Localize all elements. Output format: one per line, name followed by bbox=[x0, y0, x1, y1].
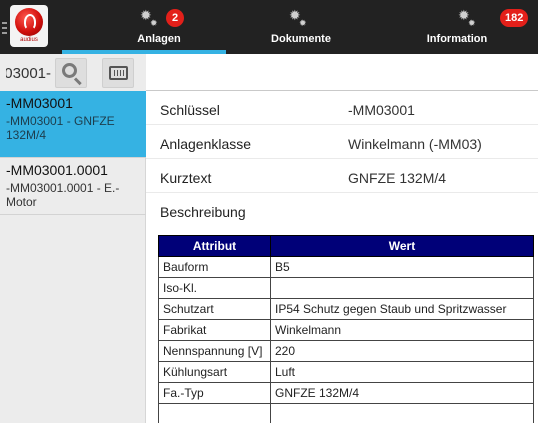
tab-anlagen-label: Anlagen bbox=[137, 33, 181, 45]
detail-header bbox=[146, 54, 538, 91]
field-schluessel: Schlüssel -MM03001 bbox=[146, 95, 538, 125]
gears-icon: ✹ ✹ bbox=[458, 7, 476, 28]
equipment-list-panel: -MM03001 -MM03001 - GNFZE 132M/4 -MM0300… bbox=[0, 54, 146, 423]
field-kurztext: Kurztext GNFZE 132M/4 bbox=[146, 163, 538, 193]
app-menu[interactable]: audius bbox=[0, 0, 52, 54]
table-row: Iso-Kl. bbox=[158, 277, 534, 299]
table-row: Nennspannung [V] 220 bbox=[158, 340, 534, 362]
detail-panel: Schlüssel -MM03001 Anlagenklasse Winkelm… bbox=[146, 54, 538, 423]
barcode-scan-button[interactable] bbox=[102, 58, 134, 88]
list-item-subtitle: -MM03001.0001 - E.-Motor bbox=[6, 181, 120, 209]
tab-dokumente[interactable]: ✹ ✹ Dokumente bbox=[226, 0, 376, 54]
attribute-cell: Kühlungsart bbox=[158, 361, 271, 383]
table-row bbox=[158, 403, 534, 423]
value-cell: B5 bbox=[270, 256, 534, 278]
barcode-scanner-icon bbox=[109, 66, 128, 80]
audius-logo: audius bbox=[10, 5, 48, 47]
value-cell: 220 bbox=[270, 340, 534, 362]
field-label: Anlagenklasse bbox=[160, 136, 252, 152]
tab-dokumente-label: Dokumente bbox=[271, 33, 331, 45]
search-bar bbox=[0, 54, 146, 91]
menu-icon[interactable] bbox=[2, 22, 7, 37]
search-button[interactable] bbox=[55, 58, 87, 88]
logo-text: audius bbox=[20, 37, 38, 43]
attribute-cell: Fa.-Typ bbox=[158, 382, 271, 404]
table-row: Fa.-Typ GNFZE 132M/4 bbox=[158, 382, 534, 404]
tab-anlagen[interactable]: ✹ ✹ 2 Anlagen bbox=[52, 0, 226, 54]
gears-icon: ✹ ✹ bbox=[289, 7, 307, 28]
attribute-cell: Iso-Kl. bbox=[158, 277, 271, 299]
field-anlagenklasse: Anlagenklasse Winkelmann (-MM03) bbox=[146, 129, 538, 159]
table-header-row: Attribut Wert bbox=[158, 235, 534, 257]
table-row: Kühlungsart Luft bbox=[158, 361, 534, 383]
value-cell: Winkelmann bbox=[270, 319, 534, 341]
top-bar: audius ✹ ✹ 2 Anlagen ✹ ✹ Dokumente ✹ ✹ 182 … bbox=[0, 0, 538, 54]
value-cell: Luft bbox=[270, 361, 534, 383]
value-cell bbox=[270, 277, 534, 299]
field-label: Beschreibung bbox=[160, 204, 246, 220]
attribute-cell: Nennspannung [V] bbox=[158, 340, 271, 362]
table-row: Schutzart IP54 Schutz gegen Staub und Sp… bbox=[158, 298, 534, 320]
field-value: GNFZE 132M/4 bbox=[348, 170, 447, 186]
attribute-cell: Fabrikat bbox=[158, 319, 271, 341]
value-cell: GNFZE 132M/4 bbox=[270, 382, 534, 404]
information-badge: 182 bbox=[500, 9, 529, 27]
table-row: Bauform B5 bbox=[158, 256, 534, 278]
field-value: -MM03001 bbox=[348, 102, 415, 118]
attribute-cell: Schutzart bbox=[158, 298, 271, 320]
list-item-title: -MM03001 bbox=[6, 95, 73, 111]
tab-information-label: Information bbox=[426, 33, 488, 45]
table-row: Fabrikat Winkelmann bbox=[158, 319, 534, 341]
anlagen-badge: 2 bbox=[166, 9, 184, 27]
search-input[interactable] bbox=[6, 60, 51, 86]
magnifier-icon bbox=[62, 63, 77, 78]
list-item-title: -MM03001.0001 bbox=[6, 162, 108, 178]
column-header-attribut: Attribut bbox=[158, 235, 271, 257]
value-cell: IP54 Schutz gegen Staub und Spritzwasser bbox=[270, 298, 534, 320]
attribute-table: Attribut Wert Bauform B5 Iso-Kl. Schutza… bbox=[158, 235, 534, 423]
field-label: Kurztext bbox=[160, 170, 212, 186]
attribute-cell: Bauform bbox=[158, 256, 271, 278]
field-beschreibung: Beschreibung bbox=[146, 197, 538, 227]
list-item[interactable]: -MM03001.0001 -MM03001.0001 - E.-Motor bbox=[0, 158, 146, 215]
list-item-subtitle: -MM03001 - GNFZE 132M/4 bbox=[6, 114, 115, 142]
gears-icon: ✹ ✹ bbox=[140, 7, 158, 28]
column-header-wert: Wert bbox=[270, 235, 534, 257]
field-value: Winkelmann (-MM03) bbox=[348, 136, 482, 152]
tab-information[interactable]: ✹ ✹ 182 Information bbox=[376, 0, 538, 54]
list-item[interactable]: -MM03001 -MM03001 - GNFZE 132M/4 bbox=[0, 91, 146, 158]
field-label: Schlüssel bbox=[160, 102, 220, 118]
attribute-cell bbox=[158, 403, 271, 423]
value-cell bbox=[270, 403, 534, 423]
